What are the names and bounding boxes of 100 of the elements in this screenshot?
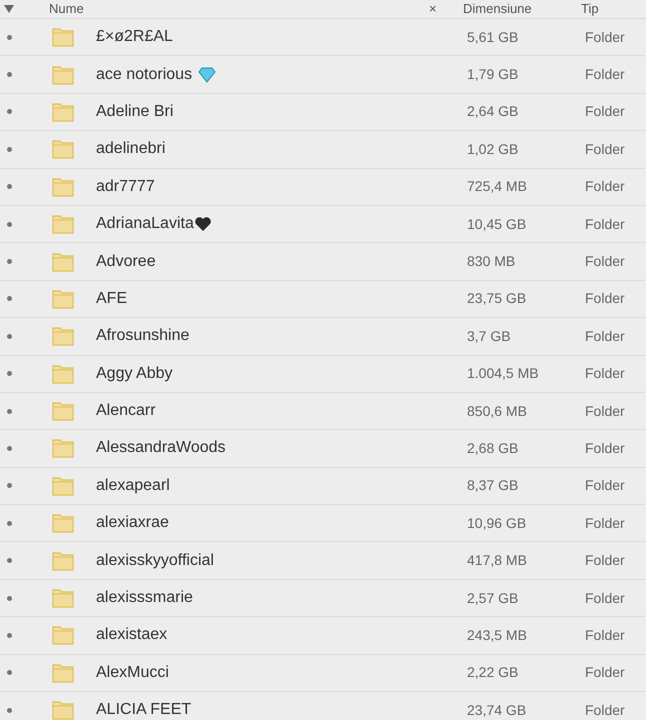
folder-name: alexisskyyofficial	[96, 550, 214, 571]
folder-name: Afrosunshine	[96, 326, 190, 346]
folder-row[interactable]: Advoree 830 MB Folder	[0, 243, 646, 281]
folder-row[interactable]: AlexMucci 2,22 GB Folder	[0, 654, 646, 692]
folder-size: 1.004,5 MB	[467, 364, 540, 384]
bullet-icon	[7, 520, 12, 526]
folder-row[interactable]: adr7777 725,4 MB Folder	[0, 168, 646, 206]
folder-row[interactable]: ALICIA FEET 23,74 GB Folder	[0, 692, 646, 720]
folder-row[interactable]: alexiaxrae 10,96 GB Folder	[0, 505, 646, 542]
bullet-icon	[7, 596, 12, 601]
folder-icon	[52, 364, 74, 384]
folder-icon	[52, 176, 74, 197]
item-type: Folder	[585, 252, 625, 272]
folder-name: ALICIA FEET	[96, 700, 192, 720]
item-type: Folder	[585, 289, 625, 308]
folder-icon	[52, 139, 74, 160]
item-type: Folder	[585, 177, 625, 196]
folder-icon	[52, 662, 74, 683]
folder-row[interactable]: AdrianaLavita 10,45 GB Folder	[0, 206, 646, 244]
item-type: Folder	[585, 438, 625, 458]
folder-icon	[52, 326, 74, 346]
bullet-icon	[7, 222, 12, 227]
folder-name: alexiaxrae	[96, 513, 169, 534]
bullet-icon	[7, 408, 12, 414]
folder-row[interactable]: alexisskyyofficial 417,8 MB Folder	[0, 542, 646, 580]
folder-size: 5,61 GB	[467, 28, 520, 47]
folder-name: Advoree	[96, 252, 156, 272]
folder-row[interactable]: Afrosunshine 3,7 GB Folder	[0, 318, 646, 356]
item-type: Folder	[585, 102, 625, 122]
item-type: Folder	[585, 214, 625, 234]
folder-icon	[52, 588, 74, 608]
folder-row[interactable]: Adeline Bri 2,64 GB Folder	[0, 94, 646, 132]
folder-row[interactable]: alexistaex 243,5 MB Folder	[0, 617, 646, 655]
folder-name: Adeline Bri	[96, 102, 174, 122]
clear-sort-button[interactable]: ×	[429, 0, 463, 19]
item-type: Folder	[585, 140, 625, 159]
gem-icon	[198, 66, 216, 83]
folder-row[interactable]: Alencarr 850,6 MB Folder	[0, 392, 646, 430]
folder-icon	[52, 252, 74, 272]
folder-row[interactable]: alexapearl 8,37 GB Folder	[0, 468, 646, 506]
folder-size: 10,96 GB	[467, 514, 528, 533]
folder-row[interactable]: £×ø2R£AL 5,61 GB Folder	[0, 19, 646, 56]
folder-icon	[52, 476, 74, 496]
folder-size: 23,74 GB	[467, 700, 528, 720]
bullet-icon	[7, 34, 12, 40]
folder-name: alexistaex	[96, 625, 168, 646]
folder-name: adr7777	[96, 176, 155, 197]
item-type: Folder	[585, 551, 625, 570]
folder-name: £×ø2R£AL	[96, 27, 173, 48]
folder-icon	[52, 401, 74, 422]
folder-size: 830 MB	[467, 252, 516, 272]
folder-size: 3,7 GB	[467, 326, 512, 346]
bullet-icon	[7, 632, 12, 638]
folder-size: 243,5 MB	[467, 626, 528, 645]
folder-row[interactable]: alexisssmarie 2,57 GB Folder	[0, 580, 646, 618]
bullet-icon	[7, 109, 12, 114]
item-type: Folder	[585, 65, 625, 84]
folder-name: AdrianaLavita	[96, 214, 194, 234]
column-header[interactable]: Dimensiune	[463, 0, 581, 19]
item-type: Folder	[585, 588, 625, 608]
folder-row[interactable]: ace notorious 1,79 GB Folder	[0, 56, 646, 94]
item-type: Folder	[585, 700, 625, 720]
folder-row[interactable]: Aggy Abby 1.004,5 MB Folder	[0, 356, 646, 393]
bullet-icon	[7, 72, 12, 78]
folder-size: 2,57 GB	[467, 588, 520, 608]
item-type: Folder	[585, 326, 625, 346]
item-type: Folder	[585, 663, 625, 682]
item-type: Folder	[585, 514, 625, 533]
sort-icon[interactable]	[4, 5, 14, 13]
item-type: Folder	[585, 28, 625, 47]
folder-size: 8,37 GB	[467, 476, 520, 496]
folder-name: AlessandraWoods	[96, 438, 226, 458]
heart-icon	[194, 216, 212, 232]
folder-size: 10,45 GB	[467, 214, 528, 234]
folder-row[interactable]: adelinebri 1,02 GB Folder	[0, 131, 646, 169]
folder-size: 1,79 GB	[467, 65, 520, 84]
folder-icon	[52, 550, 74, 571]
item-type: Folder	[585, 476, 625, 496]
folder-size: 2,64 GB	[467, 102, 520, 122]
folder-icon	[52, 214, 74, 234]
bullet-icon	[7, 184, 12, 190]
folder-size: 2,68 GB	[467, 438, 520, 458]
folder-size: 725,4 MB	[467, 177, 528, 196]
bullet-icon	[7, 259, 12, 264]
folder-size: 850,6 MB	[467, 402, 528, 421]
folder-row[interactable]: AFE 23,75 GB Folder	[0, 280, 646, 318]
column-header[interactable]: Nume	[49, 0, 429, 19]
folder-icon	[52, 625, 74, 646]
folder-size: 23,75 GB	[467, 289, 528, 308]
folder-size: 417,8 MB	[467, 551, 528, 570]
folder-size: 1,02 GB	[467, 140, 520, 159]
bullet-icon	[7, 670, 12, 676]
folder-row[interactable]: AlessandraWoods 2,68 GB Folder	[0, 430, 646, 468]
folder-icon	[52, 700, 74, 720]
folder-name: alexapearl	[96, 476, 170, 496]
bullet-icon	[7, 146, 12, 152]
bullet-icon	[7, 483, 12, 488]
bullet-icon	[7, 446, 12, 451]
column-header[interactable]: Tip	[581, 0, 599, 19]
folder-name: ace notorious	[96, 64, 192, 85]
